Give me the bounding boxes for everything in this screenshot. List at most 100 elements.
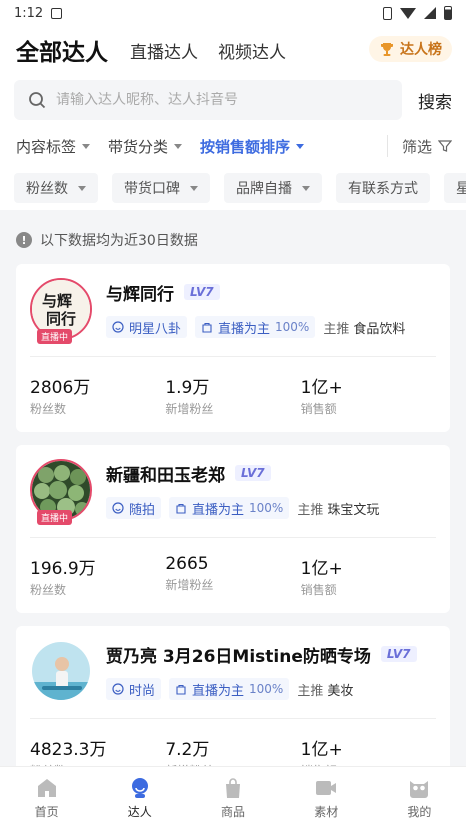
mode-percent: 100% — [275, 320, 310, 334]
stat-new-fans: 2665 新增粉丝 — [165, 554, 300, 598]
chip-contact[interactable]: 有联系方式 — [336, 173, 430, 203]
main-value: 食品饮料 — [353, 321, 406, 337]
info-icon: ! — [16, 232, 32, 248]
stat-value: 7.2万 — [165, 740, 210, 760]
search-input[interactable] — [56, 92, 388, 108]
talent-card[interactable]: 与辉 同行 直播中 与辉同行 LV7 明星八卦 直播为主 100% 主推 食品饮… — [16, 264, 450, 432]
screen-label: 筛选 — [401, 137, 432, 156]
caret-down-icon — [174, 143, 183, 149]
main-value: 美妆 — [327, 683, 354, 699]
chip-label: 带货口碑 — [124, 181, 180, 197]
filter-row: 内容标签 带货分类 按销售额排序 筛选 — [0, 126, 466, 166]
svg-text:同行: 同行 — [46, 310, 76, 328]
nav-label: 素材 — [314, 805, 339, 819]
chip-label: 有联系方式 — [348, 181, 418, 197]
talent-name: 贾乃亮 3月26日Mistine防晒专场 — [106, 646, 371, 667]
owl-icon — [410, 781, 429, 798]
notification-icon — [51, 7, 63, 19]
level-badge: LV7 — [380, 646, 417, 662]
header: 全部达人 直播达人 视频达人 达人榜 — [0, 26, 466, 74]
screen-button[interactable]: 筛选 — [386, 135, 452, 157]
svg-text:与辉: 与辉 — [42, 292, 72, 310]
smile-icon — [112, 683, 124, 695]
talent-icon — [131, 778, 148, 798]
stat-value: 1.9万 — [165, 378, 210, 398]
talent-card[interactable]: 直播中 新疆和田玉老郑 LV7 随拍 直播为主 100% 主推 珠宝文玩 196… — [16, 445, 450, 613]
stat-value: 196.9万 — [30, 559, 96, 579]
avatar[interactable] — [30, 640, 92, 702]
bag-icon — [226, 778, 240, 798]
nav-goods[interactable]: 商品 — [186, 767, 279, 830]
smile-icon — [112, 502, 124, 514]
battery-icon — [444, 6, 452, 20]
stat-value: 2806万 — [30, 378, 91, 398]
chip-more[interactable]: 星 — [444, 173, 466, 203]
tab-all-talents[interactable]: 全部达人 — [16, 33, 108, 67]
live-bag-icon — [202, 322, 212, 333]
stat-value: 4823.3万 — [30, 740, 107, 760]
mode-label: 直播为主 — [192, 683, 245, 699]
mode-tag: 直播为主 100% — [169, 497, 290, 519]
person-photo — [32, 642, 90, 700]
chip-reputation[interactable]: 带货口碑 — [112, 173, 210, 203]
nav-label: 达人 — [127, 805, 152, 819]
nav-label: 首页 — [34, 805, 59, 819]
chip-label: 星 — [456, 181, 466, 197]
avatar[interactable]: 与辉 同行 直播中 — [30, 278, 92, 344]
mode-tag: 直播为主 100% — [169, 678, 290, 700]
main-label: 主推 — [297, 502, 324, 518]
caret-down-icon — [302, 185, 310, 191]
stat-value: 1亿+ — [300, 559, 343, 579]
category-tag: 随拍 — [106, 497, 162, 519]
main-label: 主推 — [323, 321, 350, 337]
search-box[interactable] — [14, 80, 402, 120]
filter-label: 内容标签 — [16, 137, 77, 156]
nav-label: 商品 — [221, 805, 246, 819]
category-label: 时尚 — [129, 683, 156, 699]
smile-icon — [112, 321, 124, 333]
trophy-icon — [381, 43, 393, 56]
chip-brand-live[interactable]: 品牌自播 — [224, 173, 322, 203]
video-icon — [316, 781, 337, 795]
nav-mine[interactable]: 我的 — [373, 767, 466, 830]
level-badge: LV7 — [184, 284, 220, 300]
stat-fans: 196.9万 粉丝数 — [30, 554, 165, 598]
caret-down-icon — [82, 143, 91, 149]
signal-icon — [424, 7, 436, 19]
talent-rank-button[interactable]: 达人榜 — [369, 36, 452, 62]
chip-label: 粉丝数 — [26, 181, 68, 197]
notice-text: 以下数据均为近30日数据 — [40, 233, 198, 249]
stat-label: 新增粉丝 — [165, 578, 214, 592]
tab-live-talents[interactable]: 直播达人 — [130, 38, 198, 63]
search-button[interactable]: 搜索 — [418, 88, 452, 113]
tab-video-talents[interactable]: 视频达人 — [218, 38, 286, 63]
nav-talent[interactable]: 达人 — [93, 767, 186, 830]
live-tag: 直播中 — [37, 329, 73, 344]
live-bag-icon — [176, 503, 186, 514]
filter-label: 带货分类 — [108, 137, 169, 156]
nav-label: 我的 — [407, 805, 432, 819]
stat-label: 粉丝数 — [30, 402, 67, 416]
stat-label: 销售额 — [300, 402, 337, 416]
search-row: 搜索 — [0, 74, 466, 126]
stat-label: 销售额 — [300, 583, 337, 597]
main-value: 珠宝文玩 — [327, 502, 380, 518]
filter-content-tag[interactable]: 内容标签 — [16, 136, 91, 157]
caret-down-icon — [78, 185, 86, 191]
chip-fans[interactable]: 粉丝数 — [14, 173, 98, 203]
filter-label: 按销售额排序 — [200, 137, 291, 156]
caret-down-icon — [296, 143, 305, 149]
funnel-icon — [438, 140, 452, 152]
category-label: 明星八卦 — [129, 321, 182, 337]
avatar[interactable]: 直播中 — [30, 459, 92, 525]
stat-new-fans: 1.9万 新增粉丝 — [165, 373, 300, 417]
live-bag-icon — [176, 684, 186, 695]
category-label: 随拍 — [129, 502, 156, 518]
home-icon — [37, 779, 56, 797]
stat-value: 1亿+ — [300, 378, 343, 398]
main-category: 主推 食品饮料 — [323, 318, 405, 337]
filter-sort-sales[interactable]: 按销售额排序 — [200, 136, 305, 157]
nav-home[interactable]: 首页 — [0, 767, 93, 830]
filter-category[interactable]: 带货分类 — [108, 136, 183, 157]
nav-material[interactable]: 素材 — [280, 767, 373, 830]
